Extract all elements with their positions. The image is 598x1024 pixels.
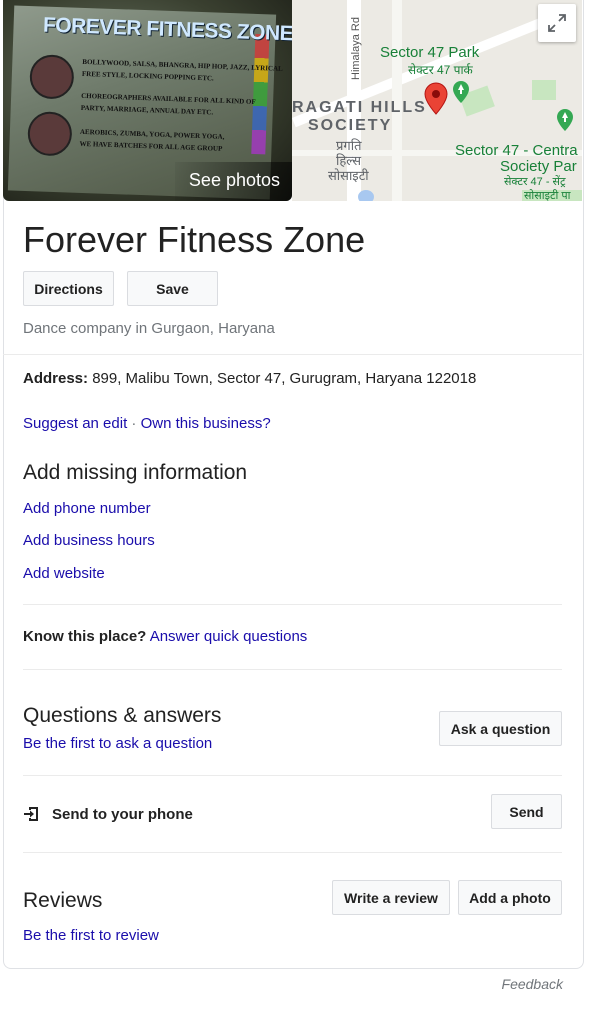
map-water bbox=[358, 190, 374, 201]
suggest-edit-link[interactable]: Suggest an edit bbox=[23, 415, 127, 432]
missing-info-heading: Add missing information bbox=[23, 461, 248, 484]
map-place-label: SOCIETY bbox=[308, 117, 393, 134]
business-name: Forever Fitness Zone bbox=[23, 219, 366, 260]
first-review-link[interactable]: Be the first to review bbox=[23, 927, 159, 944]
business-category: Dance company in Gurgaon, Haryana bbox=[23, 320, 275, 337]
add-website-link[interactable]: Add website bbox=[23, 565, 105, 582]
qa-heading: Questions & answers bbox=[23, 704, 222, 727]
feedback-link[interactable]: Feedback bbox=[502, 976, 563, 992]
send-to-phone-icon bbox=[24, 807, 38, 821]
directions-button[interactable]: Directions bbox=[23, 271, 114, 306]
section-divider bbox=[23, 775, 562, 776]
save-button[interactable]: Save bbox=[127, 271, 218, 306]
poster-dancer-figure bbox=[27, 111, 73, 157]
write-review-button[interactable]: Write a review bbox=[332, 880, 450, 915]
location-pin-icon[interactable] bbox=[424, 82, 448, 116]
add-phone-link[interactable]: Add phone number bbox=[23, 500, 151, 517]
see-photos-button[interactable]: See photos bbox=[174, 162, 292, 201]
poster-color-stripe bbox=[251, 33, 270, 155]
expand-map-button[interactable] bbox=[538, 4, 576, 42]
answer-questions-link[interactable]: Answer quick questions bbox=[150, 628, 308, 645]
section-divider bbox=[23, 852, 562, 853]
link-separator: · bbox=[127, 415, 141, 432]
section-divider bbox=[23, 669, 562, 670]
map-park bbox=[532, 80, 556, 100]
expand-icon bbox=[548, 14, 566, 32]
ask-question-button[interactable]: Ask a question bbox=[439, 711, 562, 746]
poster-text-line: WE HAVE BATCHES FOR ALL AGE GROUP bbox=[79, 139, 223, 153]
address-value: 899, Malibu Town, Sector 47, Gurugram, H… bbox=[88, 370, 477, 387]
poster-dancer-figure bbox=[29, 54, 75, 100]
business-photo[interactable]: BOLLYWOOD, SALSA, BHANGRA, HIP HOP, JAZZ… bbox=[3, 0, 292, 201]
section-divider bbox=[3, 354, 582, 355]
add-hours-link[interactable]: Add business hours bbox=[23, 532, 155, 549]
location-map[interactable]: Himalaya Rd Sector 47 Park सेक्टर 47 पार… bbox=[292, 0, 582, 201]
map-place-label: सोसाइटी पा bbox=[524, 190, 571, 201]
address-row: Address: 899, Malibu Town, Sector 47, Gu… bbox=[23, 370, 476, 387]
know-place-label: Know this place? bbox=[23, 628, 147, 645]
park-pin-icon bbox=[453, 81, 469, 103]
map-place-label: RAGATI HILLS bbox=[292, 99, 427, 116]
know-place-row: Know this place? Answer quick questions bbox=[23, 628, 307, 645]
address-label: Address: bbox=[23, 370, 89, 387]
map-place-label: Sector 47 - Centra bbox=[455, 142, 578, 159]
edit-links: Suggest an edit · Own this business? bbox=[23, 415, 271, 432]
map-place-label: Society Par bbox=[500, 158, 577, 175]
own-business-link[interactable]: Own this business? bbox=[141, 415, 271, 432]
map-place-label: सेक्टर 47 पार्क bbox=[408, 63, 473, 77]
first-question-link[interactable]: Be the first to ask a question bbox=[23, 735, 212, 752]
poster-text-line: FREE STYLE, LOCKING POPPING ETC. bbox=[81, 69, 214, 83]
poster-text-line: AEROBICS, ZUMBA, YOGA, POWER YOGA, bbox=[79, 127, 225, 141]
poster-text-line: PARTY, MARRIAGE, ANNUAL DAY ETC. bbox=[80, 103, 214, 117]
send-to-phone-row: Send to your phone bbox=[23, 805, 193, 823]
map-road-label: Himalaya Rd bbox=[350, 17, 362, 80]
map-place-label: Sector 47 Park bbox=[380, 44, 480, 61]
reviews-heading: Reviews bbox=[23, 889, 103, 912]
section-divider bbox=[23, 604, 562, 605]
add-photo-button[interactable]: Add a photo bbox=[458, 880, 562, 915]
map-place-label: सोसाइटी bbox=[328, 168, 369, 183]
park-pin-icon bbox=[557, 109, 573, 131]
send-to-phone-label: Send to your phone bbox=[52, 805, 193, 823]
send-button[interactable]: Send bbox=[491, 794, 562, 829]
map-place-label: सेक्टर 47 - सेंट्र bbox=[504, 176, 566, 188]
